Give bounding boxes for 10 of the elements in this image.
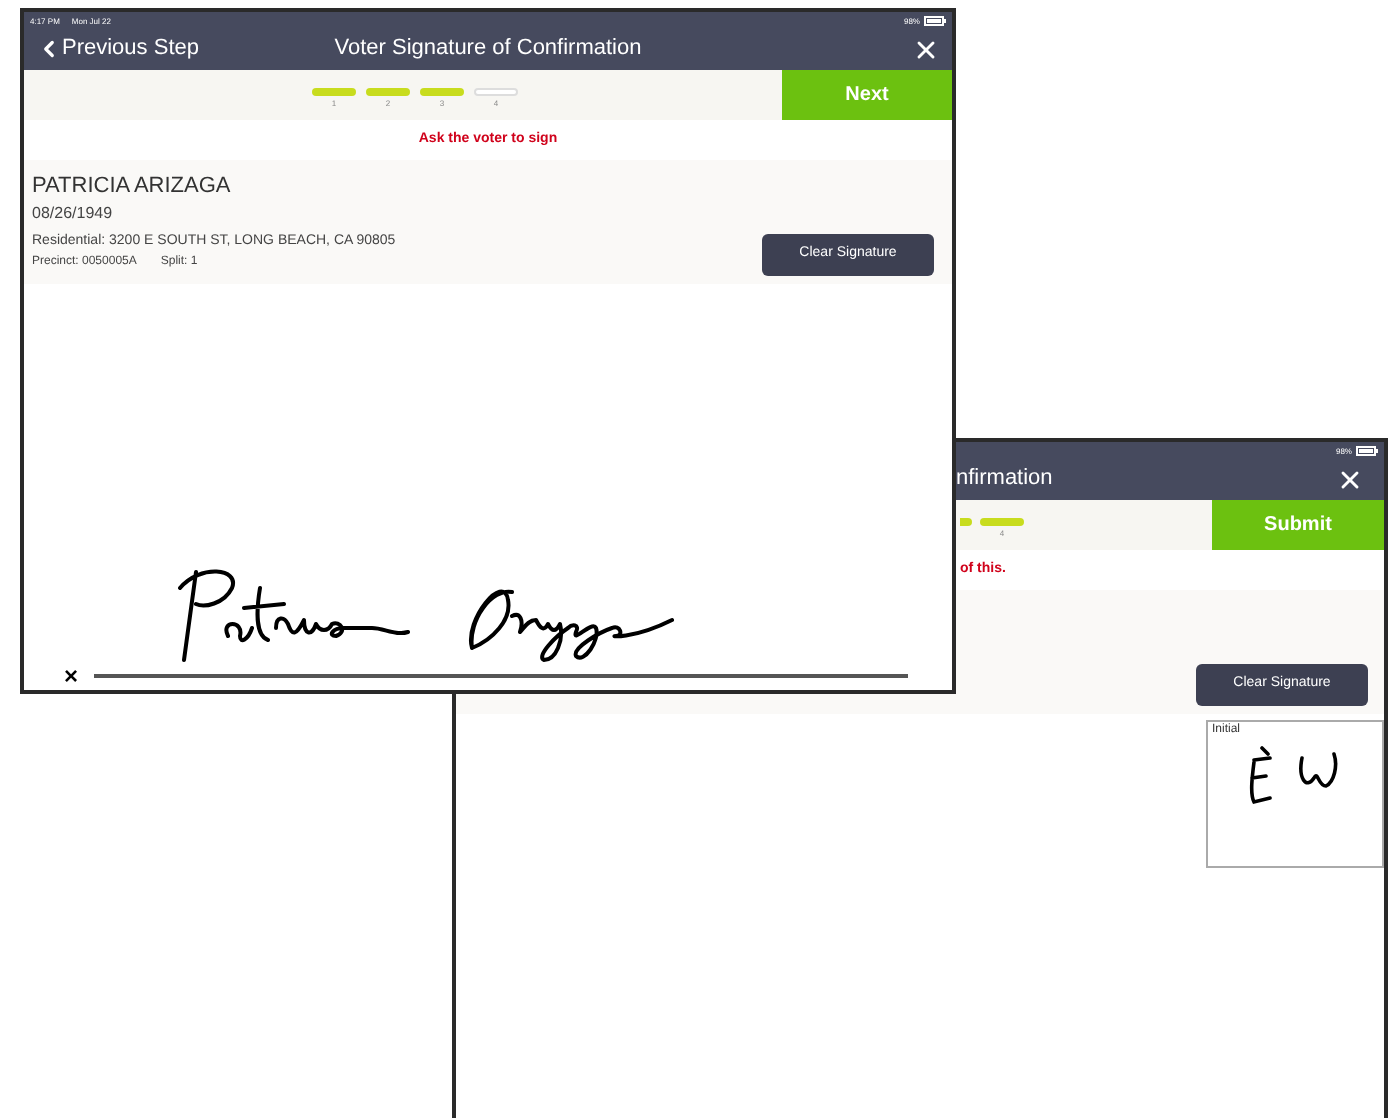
sign-here-mark: × xyxy=(64,664,79,688)
battery-icon xyxy=(924,15,946,25)
window-title: Voter Signature of Confirmation xyxy=(334,34,642,65)
voter-name: PATRICIA ARIZAGA xyxy=(32,172,233,200)
window-title: nfirmation xyxy=(956,464,1053,495)
voter-dob: 08/26/1949 xyxy=(32,202,115,226)
back-button[interactable]: Previous Step xyxy=(36,32,199,66)
progress-pill xyxy=(960,518,972,526)
signature-pad[interactable]: × xyxy=(24,284,952,690)
battery-icon xyxy=(1356,445,1378,455)
